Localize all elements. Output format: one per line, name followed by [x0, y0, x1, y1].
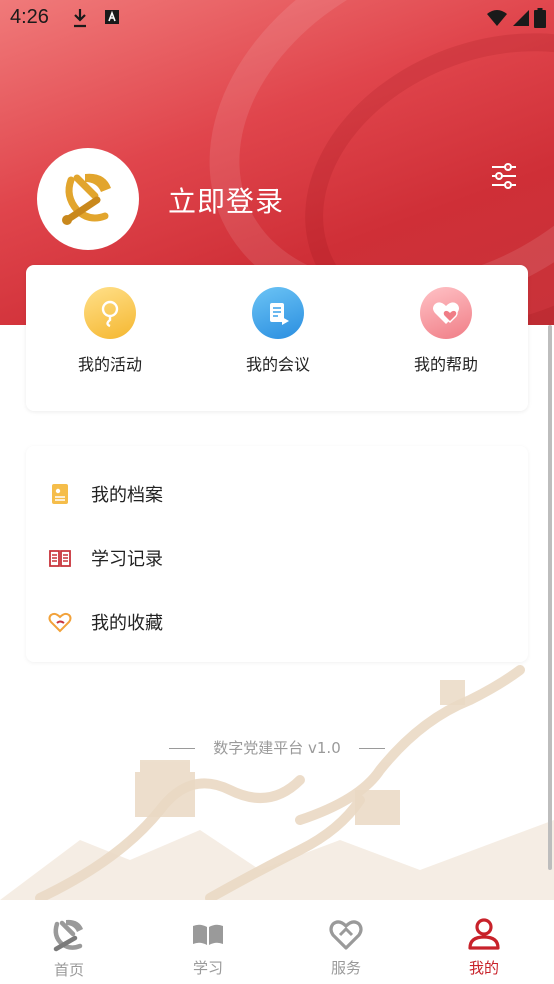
menu-item-label: 我的收藏 — [91, 613, 163, 634]
tab-label: 服务 — [330, 959, 361, 977]
tab-label: 首页 — [53, 961, 84, 979]
book-record-icon — [48, 546, 72, 570]
tab-service[interactable]: 服务 — [306, 917, 386, 978]
great-wall-illustration — [0, 660, 554, 903]
quick-action-label: 我的帮助 — [413, 355, 478, 374]
party-emblem-icon — [57, 166, 119, 232]
signal-icon — [512, 9, 530, 31]
tab-home[interactable]: 首页 — [29, 917, 109, 980]
help-heart-icon — [420, 287, 472, 339]
activity-bulb-icon — [84, 287, 136, 339]
favorite-heart-icon — [48, 610, 72, 634]
divider-line — [169, 748, 196, 749]
menu-item-study-record[interactable]: 学习记录 — [26, 533, 528, 583]
version-label: 数字党建平台 v1.0 — [213, 739, 341, 757]
book-icon — [190, 924, 226, 955]
menu-item-favorites[interactable]: 我的收藏 — [26, 597, 528, 647]
bottom-tab-bar: 首页 学习 服务 我的 — [0, 905, 554, 984]
scrollbar[interactable] — [548, 325, 552, 870]
status-time: 4:26 — [10, 6, 49, 28]
quick-action-help[interactable]: 我的帮助 — [386, 287, 506, 375]
status-bar: 4:26 — [0, 0, 554, 36]
menu-item-archive[interactable]: 我的档案 — [26, 469, 528, 519]
download-icon — [72, 8, 88, 32]
tab-mine[interactable]: 我的 — [444, 917, 524, 978]
tab-label: 学习 — [192, 959, 223, 977]
filter-sliders-icon[interactable] — [490, 162, 518, 190]
menu-item-label: 学习记录 — [91, 549, 163, 570]
meeting-doc-icon — [252, 287, 304, 339]
quick-actions-card: 我的活动 我的会议 我的帮助 — [26, 265, 528, 411]
tab-label: 我的 — [468, 959, 499, 977]
login-link[interactable]: 立即登录 — [168, 180, 284, 220]
battery-icon — [534, 8, 546, 32]
heart-hand-icon — [328, 920, 364, 955]
version-footer: 数字党建平台 v1.0 — [0, 737, 554, 758]
menu-item-label: 我的档案 — [91, 485, 163, 506]
tab-study[interactable]: 学习 — [168, 917, 248, 978]
accessibility-icon — [104, 9, 120, 29]
quick-action-label: 我的活动 — [77, 355, 142, 374]
user-icon — [466, 918, 502, 955]
quick-action-label: 我的会议 — [245, 355, 310, 374]
avatar[interactable] — [37, 148, 139, 250]
quick-action-meeting[interactable]: 我的会议 — [218, 287, 338, 375]
divider-line — [358, 748, 385, 749]
wifi-icon — [486, 9, 508, 31]
quick-action-activity[interactable]: 我的活动 — [50, 287, 170, 375]
menu-list-card: 我的档案 学习记录 我的收藏 — [26, 446, 528, 662]
profile-file-icon — [48, 482, 72, 506]
party-emblem-icon — [50, 919, 88, 957]
